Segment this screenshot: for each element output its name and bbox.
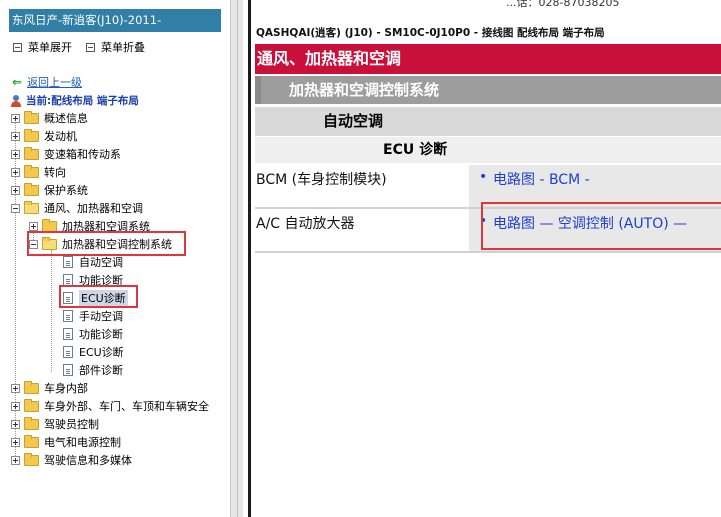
link-wiring-bcm[interactable]: 电路图 - BCM - (493, 169, 590, 189)
tree-item-steering[interactable]: 转向 (11, 163, 66, 181)
folder-icon (24, 182, 39, 196)
row-name-ac-amp: A/C 自动放大器 (255, 209, 468, 251)
highlight-box-ecu-diagnosis (59, 285, 138, 308)
expand-toggle-icon[interactable] (11, 185, 20, 195)
person-icon (11, 94, 21, 107)
content-pane: ...话：028-87038205 QASHQAI(逍客) (J10) - SM… (251, 0, 721, 517)
expand-toggle-icon[interactable] (29, 221, 38, 231)
row-name-bcm: BCM (车身控制模块) (255, 165, 468, 207)
tree-item-manual-ac[interactable]: 手动空调 (63, 307, 123, 325)
document-icon (63, 256, 73, 268)
expand-toggle-icon[interactable] (11, 383, 20, 393)
folder-icon (24, 434, 39, 448)
document-icon (63, 328, 73, 340)
tree-item-ecu-diagnosis-2[interactable]: ECU诊断 (63, 343, 124, 361)
folder-icon (24, 146, 39, 160)
highlight-box-ac-link (481, 202, 721, 250)
document-icon (63, 310, 73, 322)
expand-toggle-icon[interactable] (11, 113, 20, 123)
expand-toggle-icon[interactable] (11, 455, 20, 465)
expand-all-button[interactable]: 菜单展开 (13, 39, 72, 55)
tree-item-body-exterior[interactable]: 车身外部、车门、车顶和车辆安全 (11, 397, 209, 415)
tree-item-body-interior[interactable]: 车身内部 (11, 379, 88, 397)
back-link[interactable]: ⇐ 返回上一级 (12, 74, 82, 90)
tree-item-engine[interactable]: 发动机 (11, 127, 77, 145)
folder-icon (42, 218, 57, 232)
tree-item-overview[interactable]: 概述信息 (11, 109, 88, 127)
manual-title: 东风日产-新逍客(J10)-2011- (9, 9, 221, 32)
row-links-bcm: • 电路图 - BCM - (469, 165, 721, 207)
folder-icon (24, 398, 39, 412)
collapse-toggle-icon[interactable] (11, 203, 20, 213)
tree-item-driver-info-multimedia[interactable]: 驾驶信息和多媒体 (11, 451, 132, 469)
tree-item-driver-controls[interactable]: 驾驶员控制 (11, 415, 99, 433)
tree-guide (51, 250, 52, 372)
document-icon (63, 346, 73, 358)
tree-item-function-diagnosis-2[interactable]: 功能诊断 (63, 325, 123, 343)
tree-item-protection[interactable]: 保护系统 (11, 181, 88, 199)
expand-toggle-icon[interactable] (11, 419, 20, 429)
current-location: 当前: 配线布局 端子布局 (11, 93, 139, 108)
document-header: QASHQAI(逍客) (J10) - SM10C-0J10P0 - 接线图 配… (256, 27, 605, 39)
section-title-3: 自动空调 (255, 107, 721, 136)
tree-item-electrical-power[interactable]: 电气和电源控制 (11, 433, 121, 451)
section-title-4: ECU 诊断 (255, 137, 721, 163)
top-strip: ...话：028-87038205 (466, 0, 721, 9)
section-title-sub: 加热器和空调控制系统 (255, 76, 721, 104)
collapse-all-button[interactable]: 菜单折叠 (86, 39, 145, 55)
folder-icon (24, 380, 39, 394)
highlight-box-control-system (27, 231, 186, 256)
section-title-main: 通风、加热器和空调 (255, 44, 721, 74)
expand-toggle-icon[interactable] (11, 149, 20, 159)
tree-item-component-diagnosis[interactable]: 部件诊断 (63, 361, 123, 379)
collapse-icon (86, 42, 95, 52)
folder-open-icon (24, 200, 39, 214)
expand-toggle-icon[interactable] (11, 401, 20, 411)
expand-toggle-icon[interactable] (11, 437, 20, 447)
navigation-pane: 东风日产-新逍客(J10)-2011- 菜单展开 菜单折叠 ⇐ 返回上一级 当前… (0, 0, 230, 517)
back-arrow-icon: ⇐ (12, 75, 23, 89)
tree-item-transmission[interactable]: 变速箱和传动系 (11, 145, 121, 163)
section-marker (255, 76, 261, 104)
folder-icon (24, 164, 39, 178)
splitter-line (237, 0, 238, 517)
expand-icon (13, 42, 22, 52)
tree-item-hvac[interactable]: 通风、加热器和空调 (11, 199, 143, 217)
folder-icon (24, 452, 39, 466)
bullet-icon: • (479, 169, 488, 185)
folder-icon (24, 128, 39, 142)
document-icon (63, 364, 73, 376)
folder-icon (24, 416, 39, 430)
folder-icon (24, 110, 39, 124)
expand-toggle-icon[interactable] (11, 131, 20, 141)
expand-toggle-icon[interactable] (11, 167, 20, 177)
row-separator (255, 251, 721, 253)
